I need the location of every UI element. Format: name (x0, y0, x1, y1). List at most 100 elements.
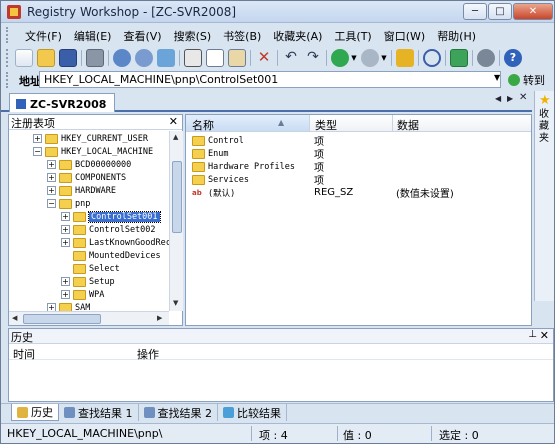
export-icon[interactable] (450, 49, 468, 67)
tab-close-icon[interactable]: ✕ (519, 92, 527, 103)
pin-icon[interactable]: ⊥ (528, 329, 537, 340)
tab-zc-svr2008[interactable]: ZC-SVR2008 (9, 93, 116, 112)
expander-icon[interactable]: − (47, 199, 56, 208)
maximize-button[interactable]: □ (488, 3, 512, 20)
tree-node[interactable]: + WPA (61, 288, 104, 301)
open-icon[interactable] (15, 49, 33, 67)
print-icon[interactable] (86, 49, 104, 67)
tree-vertical-scrollbar[interactable]: ▲ ▼ (169, 131, 183, 311)
menu-edit[interactable]: 编辑(E) (68, 25, 118, 45)
status-items: 项 : 4 (259, 429, 288, 442)
settings-icon[interactable] (477, 49, 495, 67)
copy-icon[interactable] (206, 49, 224, 67)
tree-node-label: HARDWARE (75, 185, 116, 196)
goto-label: 转到 (523, 74, 545, 87)
menu-window[interactable]: 窗口(W) (378, 25, 431, 45)
expander-icon[interactable]: + (61, 238, 70, 247)
expander-icon[interactable]: + (47, 186, 56, 195)
tab-find-results-2[interactable]: 查找结果 2 (139, 404, 218, 421)
menu-help[interactable]: 帮助(H) (431, 25, 482, 45)
tree-node[interactable]: + BCD00000000 (47, 158, 131, 171)
history-col-time[interactable]: 时间 (13, 346, 35, 362)
scroll-left-icon[interactable]: ◀ (12, 314, 17, 322)
forward-dropdown-icon[interactable]: ▼ (380, 54, 388, 62)
tree-node[interactable]: MountedDevices (73, 249, 161, 262)
tree-node[interactable]: + HARDWARE (47, 184, 116, 197)
tree-pane-close-icon[interactable]: ✕ (169, 115, 178, 128)
addressbar-grip[interactable] (6, 72, 10, 88)
refresh-icon[interactable] (157, 49, 175, 67)
list-item-name-cell: Services (192, 174, 314, 185)
scroll-down-icon[interactable]: ▼ (173, 299, 178, 307)
expander-icon[interactable]: + (47, 303, 56, 311)
delete-icon[interactable]: ✕ (255, 49, 273, 67)
menu-view[interactable]: 查看(V) (117, 25, 167, 45)
tree-node[interactable]: + ControlSet002 (61, 223, 156, 236)
tab-compare-results[interactable]: 比较结果 (218, 404, 287, 421)
tree-node[interactable]: + SAM (47, 301, 90, 311)
tree-node[interactable]: + COMPONENTS (47, 171, 126, 184)
expander-icon[interactable]: + (47, 160, 56, 169)
forward-icon[interactable] (361, 49, 379, 67)
menu-favorites[interactable]: 收藏夹(A) (267, 25, 328, 45)
column-type-header[interactable]: 类型 (315, 117, 337, 133)
list-item-name: Services (208, 174, 249, 185)
folder-open-icon[interactable] (37, 49, 55, 67)
back-dropdown-icon[interactable]: ▼ (350, 54, 358, 62)
cut-icon[interactable] (184, 49, 202, 67)
tree-node[interactable]: + HKEY_CURRENT_USER (33, 132, 148, 145)
tab-prev-icon[interactable]: ◀ (495, 94, 501, 103)
column-divider[interactable] (392, 115, 393, 131)
expander-icon[interactable]: + (47, 173, 56, 182)
toolbar-grip[interactable] (6, 49, 10, 67)
tree-node[interactable]: + LastKnownGoodRec (61, 236, 169, 249)
window-title: Registry Workshop - [ZC-SVR2008] (27, 5, 237, 19)
expander-icon[interactable]: + (61, 212, 70, 221)
back-icon[interactable] (331, 49, 349, 67)
tab-find-results-1[interactable]: 查找结果 1 (59, 404, 139, 421)
tab-history[interactable]: 历史 (11, 404, 59, 421)
paste-icon[interactable] (228, 49, 246, 67)
favorites-sidebar[interactable]: ★ 收藏夹 (534, 91, 554, 301)
close-button[interactable]: ✕ (513, 3, 553, 20)
save-icon[interactable] (59, 49, 77, 67)
expander-icon[interactable]: + (61, 277, 70, 286)
address-input[interactable] (39, 71, 501, 88)
menu-bookmarks[interactable]: 书签(B) (217, 25, 267, 45)
column-data-header[interactable]: 数据 (397, 117, 419, 133)
menu-search[interactable]: 搜索(S) (168, 25, 218, 45)
tree-horizontal-scrollbar[interactable]: ◀ ▶ (9, 311, 169, 325)
disconnect-icon[interactable] (135, 49, 153, 67)
minimize-button[interactable]: ─ (463, 3, 487, 20)
expander-icon[interactable]: − (33, 147, 42, 156)
tree-node[interactable]: − HKEY_LOCAL_MACHINE (33, 145, 153, 158)
expander-icon[interactable]: + (61, 225, 70, 234)
tree-node[interactable]: − pnp (47, 197, 90, 210)
scroll-thumb[interactable] (23, 314, 101, 324)
scroll-thumb[interactable] (172, 161, 182, 233)
tree-node[interactable]: Select (73, 262, 120, 275)
connect-icon[interactable] (113, 49, 131, 67)
up-icon[interactable] (396, 49, 414, 67)
find-icon[interactable] (423, 49, 441, 67)
list-item[interactable]: ab (默认) REG_SZ (数值未设置) (192, 186, 522, 200)
scroll-up-icon[interactable]: ▲ (173, 133, 178, 141)
scroll-right-icon[interactable]: ▶ (157, 314, 162, 322)
menu-file[interactable]: 文件(F) (19, 25, 68, 45)
tree-node[interactable]: + Setup (61, 275, 115, 288)
history-col-action[interactable]: 操作 (137, 346, 159, 362)
help-icon[interactable]: ? (504, 49, 522, 67)
menubar-grip[interactable] (6, 27, 10, 43)
menu-tools[interactable]: 工具(T) (328, 25, 377, 45)
address-dropdown-icon[interactable]: ▼ (494, 73, 500, 82)
undo-icon[interactable]: ↶ (282, 49, 300, 67)
goto-button[interactable]: 转到 (508, 71, 545, 89)
redo-icon[interactable]: ↷ (304, 49, 322, 67)
tab-next-icon[interactable]: ▶ (507, 94, 513, 103)
value-list-pane: 名称 ▲ 类型 数据 Control 项 Enum 项 Hardware Pro… (185, 114, 532, 326)
expander-icon[interactable]: + (61, 290, 70, 299)
tree-node-selected[interactable]: + ControlSet001 (61, 210, 161, 223)
history-close-icon[interactable]: ✕ (540, 329, 549, 342)
expander-icon[interactable]: + (33, 134, 42, 143)
list-item[interactable]: Services 项 (192, 173, 522, 187)
